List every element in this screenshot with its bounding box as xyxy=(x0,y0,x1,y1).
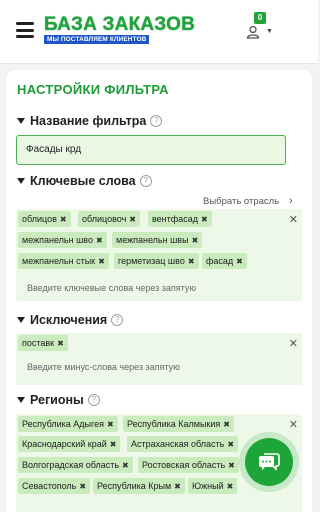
remove-icon[interactable]: ✖ xyxy=(98,257,105,266)
collapse-triangle-icon xyxy=(17,178,25,184)
keyword-chip[interactable]: вентфасад ✖ xyxy=(148,211,212,227)
remove-icon[interactable]: ✖ xyxy=(227,440,234,449)
page-title: НАСТРОЙКИ ФИЛЬТРА xyxy=(17,82,169,97)
regions-header[interactable]: Регионы ? xyxy=(17,392,100,408)
exclusions-label: Исключения xyxy=(30,313,108,327)
chevron-right-icon[interactable]: › xyxy=(289,195,293,207)
user-icon xyxy=(246,25,260,39)
menu-icon[interactable] xyxy=(16,22,34,38)
collapse-triangle-icon xyxy=(17,317,25,323)
help-icon[interactable]: ? xyxy=(87,394,100,406)
keywords-label: Ключевые слова xyxy=(30,174,136,188)
remove-icon[interactable]: ✖ xyxy=(107,420,114,429)
keyword-chip[interactable]: межпанельн швы ✖ xyxy=(112,232,203,248)
remove-icon[interactable]: ✖ xyxy=(188,257,195,266)
region-chip[interactable]: Краснодарский край ✖ xyxy=(18,436,121,452)
keywords-box[interactable]: облицов ✖ облицовоч ✖ вентфасад ✖ межпанель… xyxy=(16,209,302,301)
filter-name-header[interactable]: Название фильтра ? xyxy=(17,113,163,129)
region-chip[interactable]: Ростовская область ✖ xyxy=(138,457,239,473)
remove-icon[interactable]: ✖ xyxy=(174,482,181,491)
chat-icon xyxy=(259,453,280,471)
region-chip[interactable]: Республика Адыгея ✖ xyxy=(18,416,118,432)
region-chip[interactable]: Астраханская область ✖ xyxy=(127,436,239,452)
logo-tagline: МЫ ПОСТАВЛЯЕМ КЛИЕНТОВ xyxy=(44,35,150,44)
remove-icon[interactable]: ✖ xyxy=(57,339,64,348)
remove-icon[interactable]: ✖ xyxy=(129,215,136,224)
keyword-chip[interactable]: фасад ✖ xyxy=(202,253,247,269)
regions-label: Регионы xyxy=(30,393,84,407)
remove-icon[interactable]: ✖ xyxy=(79,482,86,491)
top-bar: БАЗА ЗАКАЗОВ МЫ ПОСТАВЛЯЕМ КЛИЕНТОВ 0 ▼ xyxy=(0,0,318,64)
help-icon[interactable]: ? xyxy=(150,115,163,127)
filter-name-input[interactable]: Фасады крд xyxy=(16,135,286,165)
remove-icon[interactable]: ✖ xyxy=(110,440,117,449)
keywords-input[interactable]: Введите ключевые слова через запятую xyxy=(27,283,196,293)
region-chip[interactable]: Республика Крым ✖ xyxy=(93,478,185,494)
choose-industry-link[interactable]: Выбрать отрасль xyxy=(203,196,279,207)
notification-badge: 0 xyxy=(254,12,266,24)
keyword-chip[interactable]: межпанельн шво ✖ xyxy=(18,232,107,248)
chat-button[interactable] xyxy=(245,438,293,486)
keywords-header[interactable]: Ключевые слова ? xyxy=(17,173,152,189)
region-chip[interactable]: Волгоградская область ✖ xyxy=(18,457,133,473)
remove-icon[interactable]: ✖ xyxy=(96,236,103,245)
exclusions-header[interactable]: Исключения ? xyxy=(17,312,124,328)
help-icon[interactable]: ? xyxy=(111,314,124,326)
exclusion-chip[interactable]: поставк ✖ xyxy=(18,335,68,351)
region-chip[interactable]: Севастополь ✖ xyxy=(18,478,91,494)
remove-icon[interactable]: ✖ xyxy=(236,257,243,266)
remove-icon[interactable]: ✖ xyxy=(228,461,235,470)
remove-icon[interactable]: ✖ xyxy=(122,461,129,470)
exclusions-box[interactable]: поставк ✖ ✕ Введите минус-слова через зап… xyxy=(16,333,302,385)
clear-regions-icon[interactable]: ✕ xyxy=(289,418,298,431)
remove-icon[interactable]: ✖ xyxy=(223,420,230,429)
keyword-chip[interactable]: межпанельн стык ✖ xyxy=(18,253,109,269)
remove-icon[interactable]: ✖ xyxy=(201,215,208,224)
clear-keywords-icon[interactable]: ✕ xyxy=(289,213,298,226)
remove-icon[interactable]: ✖ xyxy=(60,215,67,224)
caret-down-icon: ▼ xyxy=(266,28,273,35)
keyword-chip[interactable]: облицовоч ✖ xyxy=(78,211,140,227)
help-icon[interactable]: ? xyxy=(139,175,152,187)
keyword-chip[interactable]: герметизац шво ✖ xyxy=(114,253,199,269)
user-menu[interactable]: 0 ▼ xyxy=(244,12,274,44)
logo-title: БАЗА ЗАКАЗОВ xyxy=(44,14,196,35)
remove-icon[interactable]: ✖ xyxy=(192,236,199,245)
remove-icon[interactable]: ✖ xyxy=(227,482,234,491)
region-chip[interactable]: Республика Калмыкия ✖ xyxy=(123,416,234,432)
region-chip[interactable]: Южный ✖ xyxy=(188,478,238,494)
logo[interactable]: БАЗА ЗАКАЗОВ МЫ ПОСТАВЛЯЕМ КЛИЕНТОВ xyxy=(44,14,196,45)
exclusions-input[interactable]: Введите минус-слова через запятую xyxy=(27,362,180,372)
collapse-triangle-icon xyxy=(17,397,25,403)
collapse-triangle-icon xyxy=(17,118,25,124)
filter-name-label: Название фильтра xyxy=(30,114,147,128)
keyword-chip[interactable]: облицов ✖ xyxy=(18,211,71,227)
clear-exclusions-icon[interactable]: ✕ xyxy=(289,337,298,350)
